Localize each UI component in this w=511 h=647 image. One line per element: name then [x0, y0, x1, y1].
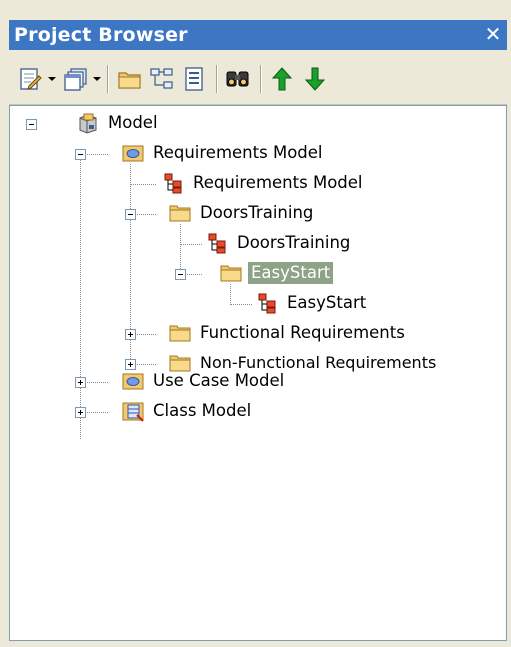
tree-node-use-case-model[interactable]: Use Case Model [122, 370, 382, 394]
move-up-icon[interactable] [269, 66, 295, 92]
toolbar-separator [216, 65, 218, 93]
panel-left-edge [0, 20, 9, 647]
folder-icon [220, 262, 242, 284]
close-icon[interactable]: ✕ [483, 23, 503, 45]
tree-connector [130, 184, 156, 185]
tree-connector [80, 153, 81, 439]
new-diagram-dropdown-icon[interactable] [93, 77, 101, 81]
tree-node-label: Requirements Model [193, 173, 363, 192]
tree-node-doors-training[interactable]: DoorsTraining [169, 202, 389, 226]
move-down-icon[interactable] [302, 66, 328, 92]
title-bar: Project Browser ✕ [9, 20, 507, 50]
tree-connector [180, 244, 202, 245]
panel-bottom-edge [0, 641, 511, 647]
tree-node-easy-start[interactable]: EasyStart [220, 262, 420, 286]
view-package-icon [122, 370, 144, 392]
tree-node-class-model[interactable]: Class Model [122, 400, 382, 424]
expand-toggle[interactable] [125, 329, 136, 340]
collapse-toggle[interactable] [75, 149, 86, 160]
diagram-icon [162, 172, 184, 194]
project-tree[interactable]: Model Requirements Model Requirements Mo… [9, 105, 507, 641]
new-element-dropdown-icon[interactable] [48, 77, 56, 81]
find-icon[interactable] [225, 66, 251, 92]
diagram-icon [256, 292, 278, 314]
tree-connector [230, 304, 252, 305]
model-root-icon [77, 112, 99, 134]
toolbar [9, 50, 507, 105]
tree-node-label: Class Model [153, 401, 252, 420]
tree-node-label: Model [108, 113, 158, 132]
tree-node-easy-start-diagram[interactable]: EasyStart [256, 292, 456, 316]
tree-connector [230, 284, 231, 305]
expand-toggle[interactable] [125, 359, 136, 370]
tree-node-label: DoorsTraining [237, 233, 351, 252]
collapse-toggle[interactable] [125, 209, 136, 220]
hierarchy-icon[interactable] [149, 66, 175, 92]
tree-node-requirements-model[interactable]: Requirements Model [122, 142, 382, 166]
panel-title: Project Browser [14, 24, 188, 46]
collapse-toggle[interactable] [175, 269, 186, 280]
project-browser-window: Project Browser ✕ Model Requirements Mod… [0, 0, 511, 647]
toolbar-separator [260, 65, 262, 93]
tree-node-label: Use Case Model [153, 371, 285, 390]
tree-node-model[interactable]: Model [77, 112, 277, 136]
folder-icon [169, 322, 191, 344]
tree-node-label: DoorsTraining [200, 203, 314, 222]
new-element-icon[interactable] [17, 66, 43, 92]
class-view-icon [122, 400, 144, 422]
toolbar-separator [107, 65, 109, 93]
tree-node-label: Requirements Model [153, 143, 323, 162]
tree-node-label: Functional Requirements [200, 323, 405, 342]
new-diagram-icon[interactable] [63, 66, 89, 92]
diagram-icon [206, 232, 228, 254]
view-package-icon [122, 142, 144, 164]
tree-node-functional-requirements[interactable]: Functional Requirements [169, 322, 469, 346]
expand-toggle[interactable] [75, 407, 86, 418]
expand-toggle[interactable] [75, 377, 86, 388]
tree-connector [180, 224, 181, 275]
tree-node-label: EasyStart [287, 293, 367, 312]
tree-node-doors-training-diagram[interactable]: DoorsTraining [206, 232, 426, 256]
folder-icon [169, 202, 191, 224]
collapse-toggle[interactable] [26, 119, 37, 130]
new-package-icon[interactable] [117, 66, 143, 92]
properties-icon[interactable] [181, 66, 207, 92]
tree-node-requirements-model-diagram[interactable]: Requirements Model [162, 172, 422, 196]
tree-node-label-selected: EasyStart [248, 262, 334, 284]
